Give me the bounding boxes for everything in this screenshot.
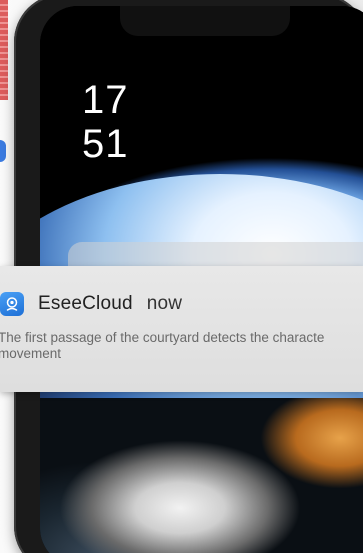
clock-hour: 17 [82,78,129,122]
notification-message: The first passage of the courtyard detec… [0,330,325,361]
phone-notch [120,6,290,36]
background-blue-tab [0,140,6,162]
notification-time: now [146,293,183,314]
notification-banner[interactable]: EseeCloud now The first passage of the co… [0,266,363,392]
screenshot-stage: 17 51 EseeCloud now The first passage of … [0,0,363,553]
wallpaper-bottom [40,398,363,553]
camera-cloud-icon-glyph [6,297,18,311]
notification-app-name: EseeCloud [38,293,133,314]
lockscreen-clock: 17 51 [82,78,129,166]
background-red-strip [0,0,8,100]
camera-cloud-icon [0,292,24,316]
clock-minute: 51 [82,122,129,166]
notification-header: EseeCloud now [38,293,182,315]
